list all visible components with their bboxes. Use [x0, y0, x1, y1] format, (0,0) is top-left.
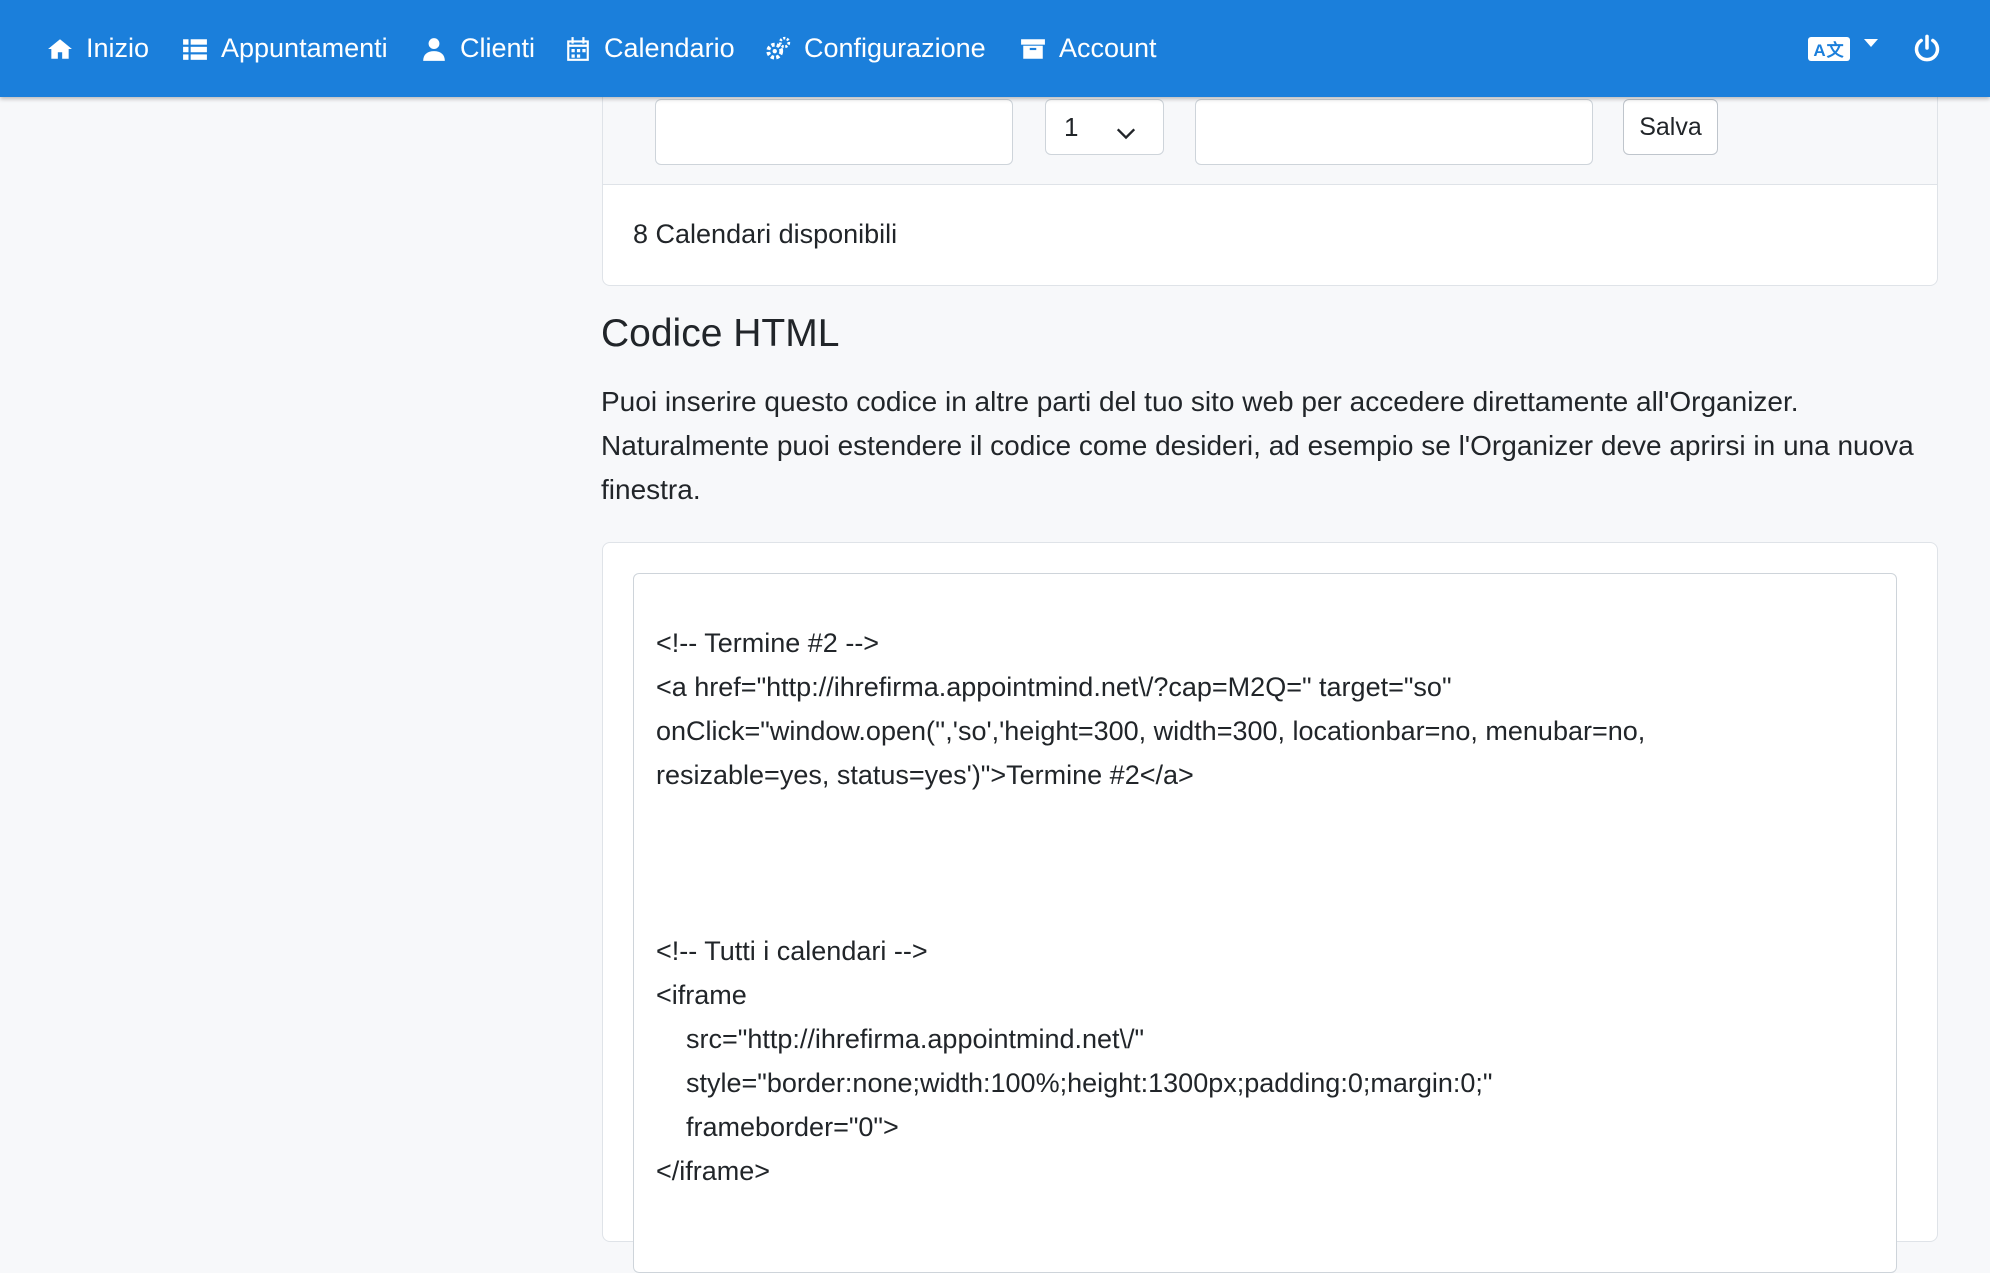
archive-icon [1019, 35, 1047, 63]
nav-item-configurazione[interactable]: Configurazione [764, 0, 986, 97]
nav-item-calendario[interactable]: Calendario [564, 0, 735, 97]
language-icon: A文 [1808, 36, 1850, 61]
nav-item-account[interactable]: Account [1019, 0, 1157, 97]
code-line: <!-- Tutti i calendari --> [656, 936, 928, 966]
power-button[interactable] [1913, 34, 1941, 62]
code-line: <iframe [656, 980, 747, 1010]
power-icon [1914, 34, 1940, 62]
nav-item-appuntamenti[interactable]: Appuntamenti [181, 0, 388, 97]
code-line: src="http://ihrefirma.appointmind.net\/" [656, 1024, 1145, 1054]
code-line: style="border:none;width:100%;height:130… [656, 1068, 1493, 1098]
nav-item-label: Clienti [460, 33, 536, 63]
select-value: 1 [1064, 111, 1079, 142]
nav-item-label: Calendario [604, 33, 735, 63]
top-navbar: Inizio Appuntamenti Clienti Calendario C… [0, 0, 1990, 97]
html-code-card: <!-- Termine #2 --> <a href="http://ihre… [602, 542, 1938, 1273]
section-description: Puoi inserire questo codice in altre par… [601, 386, 1914, 505]
code-line: resizable=yes, status=yes')">Termine #2<… [656, 760, 1194, 790]
section-title: Codice HTML [601, 312, 840, 355]
nav-item-label: Configurazione [804, 33, 986, 63]
chevron-down-icon [1116, 128, 1136, 140]
language-dropdown[interactable]: A文 [1808, 0, 1878, 97]
nav-item-label: Inizio [86, 33, 150, 63]
save-button[interactable]: Salva [1623, 99, 1718, 155]
cogs-icon [764, 35, 792, 63]
code-line: onClick="window.open('','so','height=300… [656, 716, 1646, 746]
user-icon [420, 35, 448, 63]
nav-item-label: Appuntamenti [221, 33, 388, 63]
home-icon [46, 35, 74, 63]
nav-item-inizio[interactable]: Inizio [46, 0, 149, 97]
code-line: frameborder="0"> [656, 1112, 899, 1142]
code-line: <a href="http://ihrefirma.appointmind.ne… [656, 672, 1452, 702]
code-line: <!-- Termine #2 --> [656, 628, 880, 658]
calendar-icon [564, 35, 592, 63]
nav-item-label: Account [1059, 33, 1157, 63]
calendar-number-select[interactable]: 1 [1045, 99, 1164, 155]
list-icon [181, 35, 209, 63]
calendars-available-text: 8 Calendari disponibili [633, 219, 898, 249]
calendar-name-input[interactable] [655, 99, 1013, 165]
calendar-extra-input[interactable] [1195, 99, 1593, 165]
chevron-down-icon [1864, 38, 1878, 47]
calendar-settings-card: 1 Salva 8 Calendari disponibili [602, 70, 1938, 286]
html-code-textarea[interactable]: <!-- Termine #2 --> <a href="http://ihre… [633, 573, 1897, 1273]
nav-item-clienti[interactable]: Clienti [420, 0, 535, 97]
code-line: </iframe> [656, 1156, 771, 1186]
